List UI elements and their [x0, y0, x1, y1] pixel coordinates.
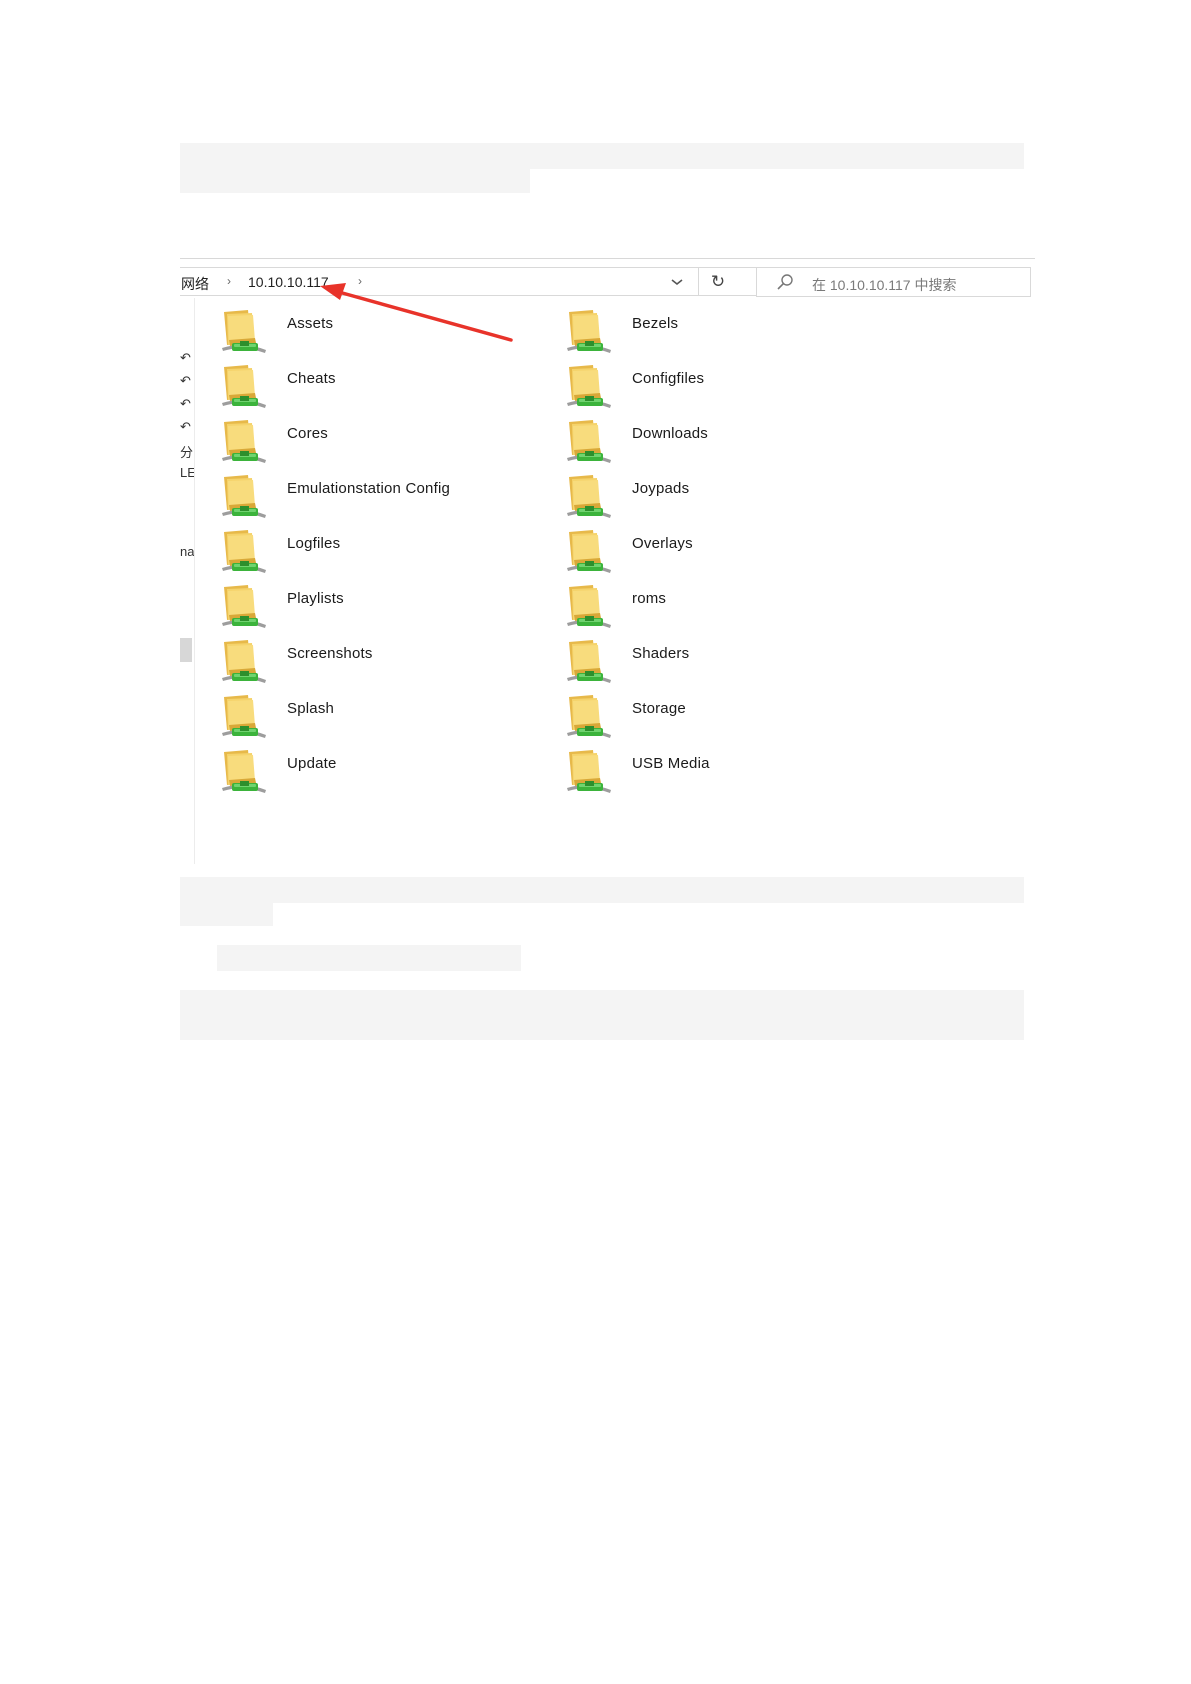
- folder-item[interactable]: Shaders: [563, 638, 893, 688]
- breadcrumb-network[interactable]: 网络: [181, 274, 209, 294]
- refresh-icon: ↻: [710, 271, 726, 291]
- bottom-placeholder-line-3: [217, 945, 521, 971]
- folder-label: Joypads: [632, 480, 690, 497]
- network-folder-icon: [563, 583, 615, 633]
- search-box[interactable]: 在 10.10.10.117 中搜索: [756, 267, 1031, 297]
- nav-pane-item-fragment[interactable]: ↶: [180, 373, 194, 389]
- breadcrumb-host[interactable]: 10.10.10.117: [248, 274, 329, 290]
- file-explorer-window: 网络 › 10.10.10.117 › ↻ 在 10.10.10.117 中搜索…: [180, 258, 1035, 864]
- nav-pane-item-fragment[interactable]: LE: [180, 465, 194, 480]
- address-history-dropdown[interactable]: [663, 268, 691, 295]
- navigation-pane-border: [194, 298, 195, 864]
- folder-label: Shaders: [632, 645, 690, 662]
- folder-item[interactable]: Splash: [218, 693, 548, 743]
- toolbar-divider: [180, 258, 1035, 259]
- top-placeholder-line-1: [180, 143, 1024, 169]
- folder-item[interactable]: Overlays: [563, 528, 893, 578]
- folder-item[interactable]: Emulationstation Config: [218, 473, 548, 523]
- folder-item[interactable]: Update: [218, 748, 548, 798]
- folder-label: Assets: [287, 315, 334, 332]
- folder-item[interactable]: Assets: [218, 308, 548, 358]
- nav-pane-item-fragment[interactable]: ↶: [180, 419, 194, 435]
- network-folder-icon: [218, 528, 270, 578]
- folder-label: Cores: [287, 425, 329, 442]
- network-folder-icon: [218, 583, 270, 633]
- folder-item[interactable]: Cores: [218, 418, 548, 468]
- bottom-placeholder-line-2: [180, 903, 273, 926]
- folder-item[interactable]: Storage: [563, 693, 893, 743]
- folder-item[interactable]: Joypads: [563, 473, 893, 523]
- chevron-down-icon: [671, 278, 683, 285]
- network-folder-icon: [218, 638, 270, 688]
- folder-label: USB Media: [632, 755, 710, 772]
- folder-label: Update: [287, 755, 337, 772]
- folder-label: Downloads: [632, 425, 709, 442]
- folder-label: Screenshots: [287, 645, 373, 662]
- network-folder-icon: [563, 528, 615, 578]
- nav-pane-item-fragment[interactable]: ↶: [180, 396, 194, 412]
- network-folder-icon: [218, 473, 270, 523]
- folder-item[interactable]: Cheats: [218, 363, 548, 413]
- folder-label: Configfiles: [632, 370, 705, 387]
- nav-pane-scrollbar-thumb[interactable]: [180, 638, 192, 662]
- network-folder-icon: [218, 308, 270, 358]
- folder-item[interactable]: roms: [563, 583, 893, 633]
- folder-label: Overlays: [632, 535, 693, 552]
- network-folder-icon: [563, 638, 615, 688]
- breadcrumb-separator-trailing[interactable]: ›: [358, 274, 362, 288]
- network-folder-icon: [563, 748, 615, 798]
- network-folder-icon: [218, 363, 270, 413]
- network-folder-icon: [563, 308, 615, 358]
- folder-label: Cheats: [287, 370, 336, 387]
- network-folder-icon: [218, 693, 270, 743]
- folder-label: Splash: [287, 700, 335, 717]
- folder-label: Storage: [632, 700, 686, 717]
- folder-item[interactable]: USB Media: [563, 748, 893, 798]
- network-folder-icon: [218, 418, 270, 468]
- folder-label: Bezels: [632, 315, 679, 332]
- network-folder-icon: [218, 748, 270, 798]
- folder-label: Emulationstation Config: [287, 480, 451, 497]
- search-icon: [777, 274, 793, 290]
- folder-item[interactable]: Downloads: [563, 418, 893, 468]
- breadcrumb-separator[interactable]: ›: [227, 274, 231, 288]
- network-folder-icon: [563, 363, 615, 413]
- folder-label: Playlists: [287, 590, 344, 607]
- nav-pane-item-fragment[interactable]: ↶: [180, 350, 194, 366]
- folder-label: Logfiles: [287, 535, 341, 552]
- network-folder-icon: [563, 693, 615, 743]
- bottom-placeholder-block: [180, 990, 1024, 1040]
- network-folder-icon: [563, 473, 615, 523]
- folder-item[interactable]: Playlists: [218, 583, 548, 633]
- folder-item[interactable]: Configfiles: [563, 363, 893, 413]
- folder-item[interactable]: Screenshots: [218, 638, 548, 688]
- refresh-button[interactable]: ↻: [698, 268, 737, 295]
- nav-pane-item-fragment[interactable]: na: [180, 544, 194, 559]
- bottom-placeholder-line-1: [180, 877, 1024, 903]
- folder-item[interactable]: Bezels: [563, 308, 893, 358]
- folder-item[interactable]: Logfiles: [218, 528, 548, 578]
- top-placeholder-line-2: [180, 169, 530, 193]
- search-placeholder[interactable]: 在 10.10.10.117 中搜索: [812, 275, 956, 295]
- folder-label: roms: [632, 590, 667, 607]
- nav-pane-item-fragment[interactable]: 分: [180, 442, 194, 461]
- network-folder-icon: [563, 418, 615, 468]
